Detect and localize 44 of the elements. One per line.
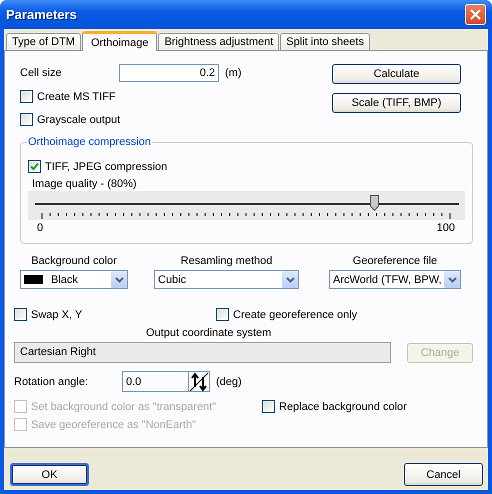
dialog-button[interactable]: Cancel [404, 463, 483, 486]
tab[interactable]: Brightness adjustment [158, 33, 280, 50]
unit-label: (m) [225, 67, 242, 79]
dropdown-label: Background color [31, 255, 117, 267]
spin-arrows-icon[interactable] [188, 372, 209, 392]
close-icon [470, 9, 481, 20]
rotation-angle-label: Rotation angle: [14, 376, 89, 388]
group-title: Orthoimage compression [27, 136, 152, 148]
tab[interactable]: Split into sheets [280, 33, 370, 50]
tab[interactable]: Type of DTM [6, 33, 81, 50]
window-title: Parameters [6, 7, 77, 22]
dropdown-label: Georeference file [352, 255, 438, 267]
checkbox[interactable] [262, 400, 275, 413]
close-button[interactable] [465, 4, 486, 25]
slider-thumb[interactable] [370, 195, 379, 211]
action-button[interactable]: Calculate [332, 64, 461, 84]
checkbox-option[interactable]: TIFF, JPEG compression [28, 158, 465, 175]
checkbox-option[interactable]: Create MS TIFF [20, 88, 242, 105]
coordinate-system-field: Cartesian Right [14, 342, 392, 363]
tab[interactable]: Orthoimage [82, 31, 158, 51]
coordinate-system-label: Output coordinate system [146, 327, 272, 339]
action-button[interactable]: Scale (TIFF, BMP) [332, 93, 461, 113]
rotation-angle-field[interactable]: 0.0 [122, 371, 210, 392]
unit-label: (deg) [216, 376, 242, 388]
dropdown[interactable]: ArcWorld (TFW, BPW, [329, 270, 461, 289]
checkbox[interactable] [20, 90, 33, 103]
checkbox-option[interactable]: Swap X, Y [14, 306, 216, 323]
checkbox[interactable] [14, 308, 27, 321]
checkbox[interactable] [28, 160, 41, 173]
cell-size-label: Cell size [20, 67, 63, 79]
checkbox-option[interactable]: Grayscale output [20, 111, 242, 128]
checkbox-option[interactable]: Create georeference only [216, 306, 358, 323]
cell-size-field[interactable]: 0.2 [119, 64, 219, 82]
slider-min-label: 0 [37, 222, 44, 234]
checkbox-option[interactable]: Replace background color [262, 398, 473, 415]
dialog-button[interactable]: OK [10, 463, 89, 486]
checkbox[interactable] [216, 308, 229, 321]
image-quality-label: Image quality - (80%) [32, 178, 138, 190]
dropdown-label: Resamling method [180, 255, 272, 267]
dropdown[interactable]: Cubic [154, 270, 299, 289]
slider-max-label: 100 [436, 222, 455, 234]
checkbox[interactable] [20, 113, 33, 126]
dropdown[interactable]: Black [20, 270, 128, 289]
quality-slider[interactable] [28, 191, 465, 220]
